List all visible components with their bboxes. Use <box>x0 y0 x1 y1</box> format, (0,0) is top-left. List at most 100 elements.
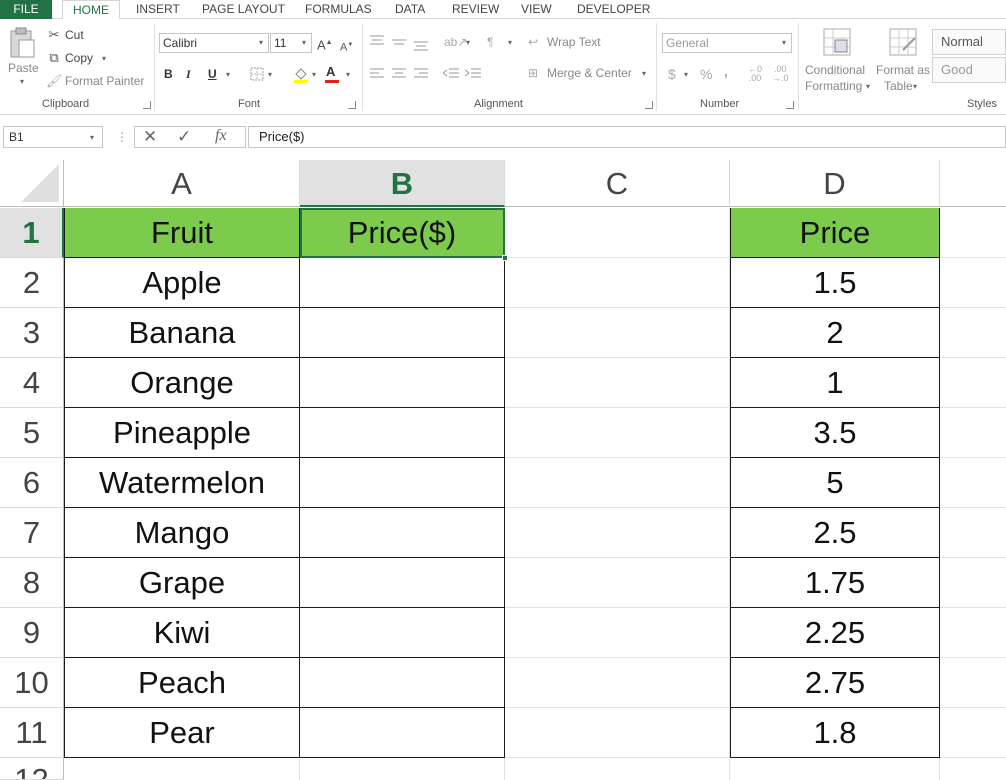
cell-a9[interactable]: Kiwi <box>64 608 300 658</box>
row-header[interactable]: 8 <box>0 558 64 608</box>
column-header-c[interactable]: C <box>505 160 730 207</box>
row-header[interactable]: 2 <box>0 258 64 308</box>
cell-b6[interactable] <box>300 458 505 508</box>
insert-function-icon[interactable]: fx <box>215 128 227 144</box>
number-format-select[interactable]: General <box>662 33 792 53</box>
cell-d4[interactable]: 1 <box>730 358 940 408</box>
row-header[interactable]: 11 <box>0 708 64 758</box>
cell-e2[interactable] <box>940 258 1006 308</box>
cell-d3[interactable]: 2 <box>730 308 940 358</box>
font-launcher-icon[interactable] <box>348 101 356 109</box>
row-header[interactable]: 7 <box>0 508 64 558</box>
row-header[interactable]: 10 <box>0 658 64 708</box>
cell-d7[interactable]: 2.5 <box>730 508 940 558</box>
cell-e10[interactable] <box>940 658 1006 708</box>
font-name-select[interactable]: Calibri <box>159 33 269 53</box>
cell-e3[interactable] <box>940 308 1006 358</box>
row-header[interactable]: 9 <box>0 608 64 658</box>
cell-e6[interactable] <box>940 458 1006 508</box>
cell-d8[interactable]: 1.75 <box>730 558 940 608</box>
wrap-text-button[interactable]: ↩ Wrap Text <box>528 34 608 52</box>
cell-e9[interactable] <box>940 608 1006 658</box>
row-header[interactable]: 12 <box>0 758 64 780</box>
orientation-icon[interactable]: ab↗ <box>444 34 467 50</box>
cell-b10[interactable] <box>300 658 505 708</box>
align-right-icon[interactable] <box>414 68 428 80</box>
cell-a10[interactable]: Peach <box>64 658 300 708</box>
align-middle-icon[interactable] <box>392 37 406 49</box>
cell-e1[interactable] <box>940 208 1006 258</box>
cell-b5[interactable] <box>300 408 505 458</box>
tab-home[interactable]: HOME <box>62 0 120 20</box>
style-normal[interactable]: Normal <box>932 29 1006 55</box>
cell-a5[interactable]: Pineapple <box>64 408 300 458</box>
increase-indent-icon[interactable] <box>465 68 481 80</box>
column-header-e[interactable] <box>940 160 1006 207</box>
cell-c4[interactable] <box>505 358 730 408</box>
cell-b7[interactable] <box>300 508 505 558</box>
tab-developer[interactable]: DEVELOPER <box>577 0 650 19</box>
tab-insert[interactable]: INSERT <box>136 0 180 19</box>
cell-d12[interactable] <box>730 758 940 780</box>
align-center-icon[interactable] <box>392 68 406 80</box>
row-header[interactable]: 3 <box>0 308 64 358</box>
cell-c1[interactable] <box>505 208 730 258</box>
align-bottom-icon[interactable] <box>414 39 428 51</box>
cell-c8[interactable] <box>505 558 730 608</box>
cell-a12[interactable] <box>64 758 300 780</box>
cell-c7[interactable] <box>505 508 730 558</box>
row-header[interactable]: 1 <box>0 208 64 258</box>
copy-button[interactable]: ⧉ Copy ▾ <box>46 50 116 68</box>
row-header[interactable]: 6 <box>0 458 64 508</box>
column-header-d[interactable]: D <box>730 160 940 207</box>
alignment-launcher-icon[interactable] <box>645 101 653 109</box>
cell-b3[interactable] <box>300 308 505 358</box>
select-all-button[interactable] <box>0 160 64 207</box>
font-color-icon[interactable]: A <box>326 64 335 80</box>
paste-button[interactable]: Paste ▾ <box>4 25 40 91</box>
enter-check-icon[interactable]: ✓ <box>177 128 191 145</box>
underline-button[interactable]: U <box>208 66 217 82</box>
cell-a11[interactable]: Pear <box>64 708 300 758</box>
cell-d6[interactable]: 5 <box>730 458 940 508</box>
cell-d11[interactable]: 1.8 <box>730 708 940 758</box>
cell-b4[interactable] <box>300 358 505 408</box>
cell-e4[interactable] <box>940 358 1006 408</box>
format-as-table-button[interactable]: Format as Table ▾ <box>875 25 931 95</box>
cell-c6[interactable] <box>505 458 730 508</box>
cell-a7[interactable]: Mango <box>64 508 300 558</box>
row-header[interactable]: 4 <box>0 358 64 408</box>
fill-handle[interactable] <box>502 255 508 261</box>
tab-page-layout[interactable]: PAGE LAYOUT <box>202 0 285 19</box>
format-painter-button[interactable]: 🖌 Format Painter <box>46 73 146 91</box>
cell-a8[interactable]: Grape <box>64 558 300 608</box>
fill-color-icon[interactable] <box>292 65 310 83</box>
cell-c12[interactable] <box>505 758 730 780</box>
clipboard-launcher-icon[interactable] <box>143 101 151 109</box>
cell-c11[interactable] <box>505 708 730 758</box>
decrease-font-size-icon[interactable]: A▼ <box>340 37 353 56</box>
cancel-icon[interactable]: ✕ <box>143 128 157 145</box>
cell-e8[interactable] <box>940 558 1006 608</box>
cell-e5[interactable] <box>940 408 1006 458</box>
merge-center-button[interactable]: ⊞ Merge & Center ▾ <box>528 65 652 83</box>
decrease-decimal-icon[interactable]: .00 →.0 <box>772 65 789 83</box>
cell-d5[interactable]: 3.5 <box>730 408 940 458</box>
tab-formulas[interactable]: FORMULAS <box>305 0 372 19</box>
cell-d2[interactable]: 1.5 <box>730 258 940 308</box>
bold-button[interactable]: B <box>164 66 173 82</box>
cell-a6[interactable]: Watermelon <box>64 458 300 508</box>
cell-b12[interactable] <box>300 758 505 780</box>
cell-d1[interactable]: Price <box>730 208 940 258</box>
name-box[interactable]: B1 <box>3 126 103 148</box>
formula-input[interactable]: Price($) <box>248 126 1006 148</box>
cell-c2[interactable] <box>505 258 730 308</box>
cell-c3[interactable] <box>505 308 730 358</box>
cell-c10[interactable] <box>505 658 730 708</box>
cell-b1[interactable]: Price($) <box>300 208 505 258</box>
cell-e7[interactable] <box>940 508 1006 558</box>
italic-button[interactable]: I <box>186 66 191 82</box>
cell-a1[interactable]: Fruit <box>64 208 300 258</box>
increase-font-size-icon[interactable]: A▲ <box>317 35 333 53</box>
conditional-formatting-button[interactable]: Conditional Formatting ▾ <box>803 25 873 95</box>
